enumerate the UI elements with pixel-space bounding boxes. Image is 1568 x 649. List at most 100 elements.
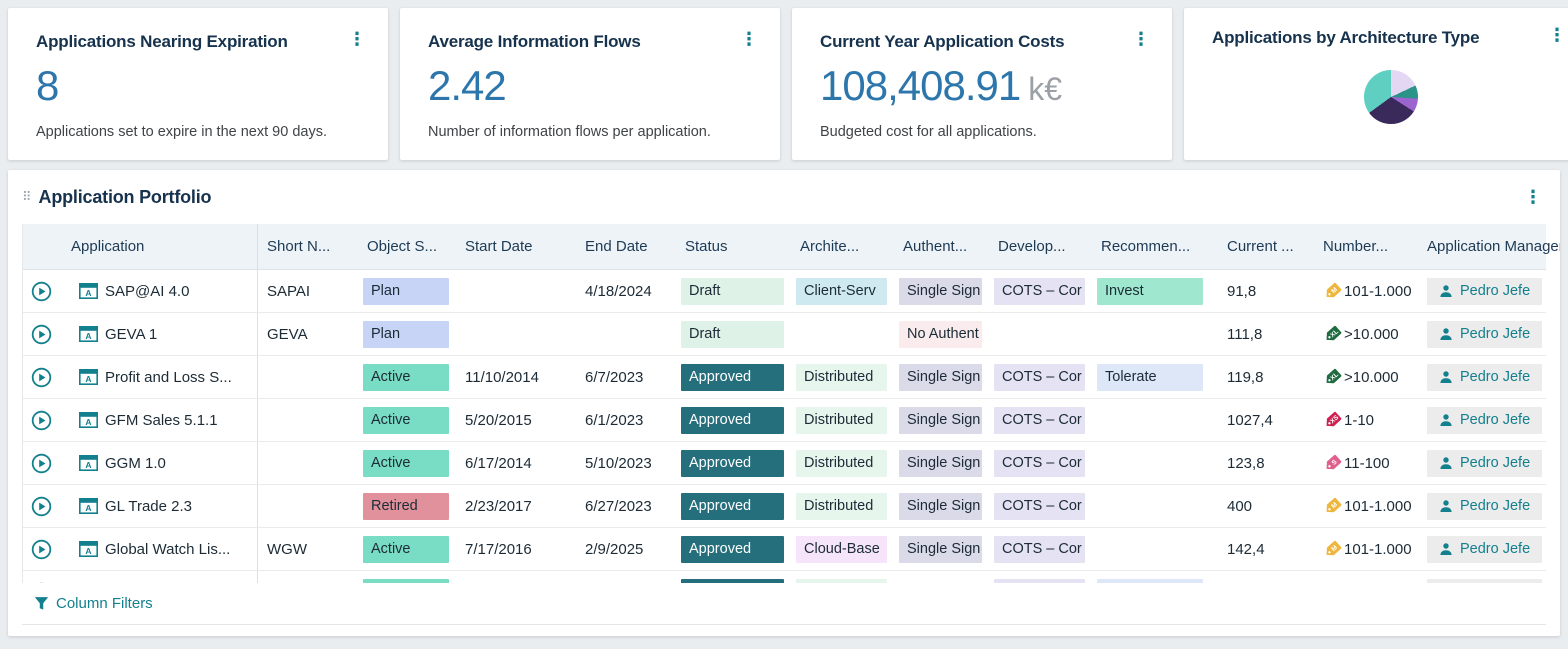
- kpi-card-architecture-type: Applications by Architecture Type ⋮: [1184, 8, 1568, 160]
- short-name-cell: [258, 356, 358, 398]
- manager-name: Pedro Jefe: [1460, 498, 1530, 514]
- users-range-text: 101-1.000: [1344, 541, 1412, 558]
- short-name-cell: GEVA: [258, 313, 358, 355]
- number-of-users-cell: M 101-1.000: [1308, 485, 1415, 527]
- column-header-architecture[interactable]: Archite...: [791, 224, 894, 269]
- kpi-card-application-costs: Current Year Application Costs ⋮ 108,408…: [792, 8, 1172, 160]
- object-state-badge: Active: [363, 579, 449, 584]
- application-name-link[interactable]: Profit and Loss S...: [105, 369, 232, 386]
- card-title: Current Year Application Costs: [820, 32, 1064, 52]
- application-name-link[interactable]: GEVA 1: [105, 326, 157, 343]
- column-header-recommendation[interactable]: Recommen...: [1092, 224, 1210, 269]
- kebab-menu-icon[interactable]: ⋮: [1544, 28, 1568, 42]
- play-button-icon[interactable]: [31, 582, 52, 584]
- application-manager-link[interactable]: Pedro Jefe: [1427, 407, 1542, 434]
- portfolio-table: Application Short N... Object S... Start…: [22, 224, 1546, 583]
- play-button-icon[interactable]: [31, 367, 52, 388]
- application-manager-link[interactable]: Pedro Jefe: [1427, 579, 1542, 584]
- number-of-users-cell: XS 1-10: [1308, 399, 1415, 441]
- column-header-authentication[interactable]: Authent...: [894, 224, 989, 269]
- column-header-short-name[interactable]: Short N...: [258, 224, 358, 269]
- application-name-link[interactable]: SAP@AI 4.0: [105, 283, 189, 300]
- svg-text:A: A: [85, 288, 91, 298]
- column-header-number[interactable]: Number...: [1308, 224, 1415, 269]
- end-date-cell: 6/1/2023: [576, 399, 676, 441]
- application-name-link[interactable]: Global Watch Lis...: [105, 541, 230, 558]
- size-tag-icon: XL: [1323, 325, 1342, 344]
- kebab-menu-icon[interactable]: ⋮: [736, 32, 762, 46]
- table-row[interactable]: A SAP@AI 4.0 SAPAI Plan 4/18/2024 Draft …: [23, 270, 1546, 313]
- application-manager-link[interactable]: Pedro Jefe: [1427, 364, 1542, 391]
- object-state-badge: Retired: [363, 493, 449, 520]
- column-header-application-manager[interactable]: Application Manager: [1415, 224, 1560, 269]
- end-date-cell: 6/27/2023: [576, 485, 676, 527]
- kebab-menu-icon[interactable]: ⋮: [344, 32, 370, 46]
- play-button-icon[interactable]: [31, 496, 52, 517]
- column-header-application[interactable]: Application: [59, 224, 258, 269]
- start-date-cell: 7/17/2016: [456, 528, 576, 570]
- architecture-badge: Cloud-Base: [796, 536, 887, 563]
- development-badge: COTS – Cor: [994, 450, 1085, 477]
- current-cost-cell: 1027,4: [1210, 399, 1308, 441]
- application-manager-link[interactable]: Pedro Jefe: [1427, 493, 1542, 520]
- kpi-description: Number of information flows per applicat…: [428, 124, 762, 140]
- application-name-link[interactable]: GGM 1.0: [105, 455, 166, 472]
- play-button-icon[interactable]: [31, 324, 52, 345]
- start-date-cell: 11/10/2014: [456, 356, 576, 398]
- manager-name: Pedro Jefe: [1460, 283, 1530, 299]
- card-title: Applications by Architecture Type: [1212, 28, 1479, 48]
- table-row[interactable]: A GL Trade 2.3 Retired 2/23/2017 6/27/20…: [23, 485, 1546, 528]
- column-header-end-date[interactable]: End Date: [576, 224, 676, 269]
- architecture-pie-chart: [1364, 70, 1418, 124]
- table-row[interactable]: A Global Watch Lis... WGW Active 7/17/20…: [23, 528, 1546, 571]
- application-name-link[interactable]: GL Trade 2.3: [105, 498, 192, 515]
- application-manager-link[interactable]: Pedro Jefe: [1427, 321, 1542, 348]
- users-range-text: 101-1.000: [1344, 498, 1412, 515]
- play-button-icon[interactable]: [31, 410, 52, 431]
- end-date-cell: 6/7/2023: [576, 356, 676, 398]
- column-header-start-date[interactable]: Start Date: [456, 224, 576, 269]
- status-badge: Approved: [681, 493, 784, 520]
- column-header-status[interactable]: Status: [676, 224, 791, 269]
- architecture-badge: Client-Serv: [796, 278, 887, 305]
- table-row[interactable]: A GEVA 1 GEVA Plan Draft No Authent 111,…: [23, 313, 1546, 356]
- recommendation-badge: Tolerate: [1097, 364, 1203, 391]
- kpi-value-unit: k€: [1028, 71, 1062, 108]
- application-manager-link[interactable]: Pedro Jefe: [1427, 278, 1542, 305]
- play-button-icon[interactable]: [31, 539, 52, 560]
- kpi-description: Budgeted cost for all applications.: [820, 124, 1154, 140]
- authentication-badge: Single Sign: [899, 407, 982, 434]
- table-row[interactable]: A Profit and Loss S... Active 11/10/2014…: [23, 356, 1546, 399]
- object-state-badge: Active: [363, 536, 449, 563]
- column-filters-button[interactable]: Column Filters: [56, 595, 153, 612]
- table-row[interactable]: A GFM Sales 5.1.1 Active 5/20/2015 6/1/2…: [23, 399, 1546, 442]
- application-name-link[interactable]: GFM Sales 5.1.1: [105, 412, 218, 429]
- start-date-cell: [456, 571, 576, 583]
- column-header-development[interactable]: Develop...: [989, 224, 1092, 269]
- application-portfolio-panel: ⠿ Application Portfolio ⋮ Application Sh…: [8, 170, 1560, 636]
- recommendation-badge: Tolerate: [1097, 579, 1203, 584]
- application-manager-link[interactable]: Pedro Jefe: [1427, 536, 1542, 563]
- number-of-users-cell: XL >10.000: [1308, 356, 1415, 398]
- table-row[interactable]: A Active Approved Distributed COTS – Cor…: [23, 571, 1546, 583]
- end-date-cell: [576, 313, 676, 355]
- column-header-current[interactable]: Current ...: [1210, 224, 1308, 269]
- kebab-menu-icon[interactable]: ⋮: [1128, 32, 1154, 46]
- status-badge: Approved: [681, 536, 784, 563]
- column-header-object-state[interactable]: Object S...: [358, 224, 456, 269]
- application-factsheet-icon: A: [79, 412, 98, 428]
- table-row[interactable]: A GGM 1.0 Active 6/17/2014 5/10/2023 App…: [23, 442, 1546, 485]
- play-button-icon[interactable]: [31, 281, 52, 302]
- development-badge: COTS – Cor: [994, 493, 1085, 520]
- architecture-badge: Distributed: [796, 450, 887, 477]
- column-filters-bar: Column Filters: [22, 583, 1546, 625]
- manager-name: Pedro Jefe: [1460, 326, 1530, 342]
- users-range-text: >10.000: [1344, 369, 1399, 386]
- architecture-badge: Distributed: [796, 364, 887, 391]
- drag-handle-icon[interactable]: ⠿: [22, 189, 31, 205]
- start-date-cell: [456, 313, 576, 355]
- application-manager-link[interactable]: Pedro Jefe: [1427, 450, 1542, 477]
- play-button-icon[interactable]: [31, 453, 52, 474]
- status-badge: Approved: [681, 579, 784, 584]
- panel-kebab-menu-icon[interactable]: ⋮: [1520, 190, 1546, 204]
